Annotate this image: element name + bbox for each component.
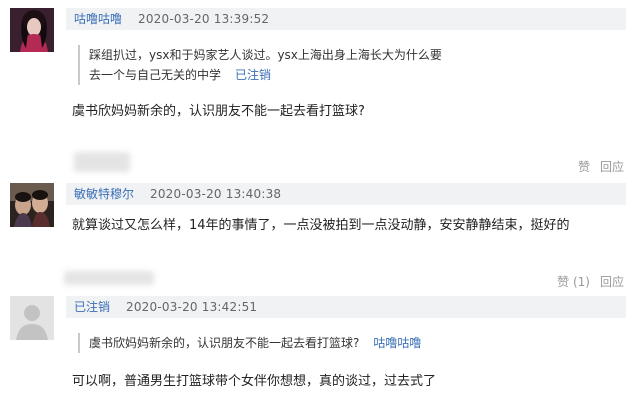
comment-item: 敏敏特穆尔 2020-03-20 13:40:38 就算谈过又怎么样，14年的事… [0,175,640,289]
reply-button[interactable]: 回应 [600,275,624,289]
comment-header: 已注销 2020-03-20 13:42:51 [66,296,626,318]
username-link[interactable]: 咕噜咕噜 [74,8,122,30]
comment-item: 已注销 2020-03-20 13:42:51 虞书欣妈妈新余的，认识朋友不能一… [0,288,640,407]
avatar-image [10,8,54,52]
avatar[interactable] [10,183,54,227]
avatar[interactable] [10,8,54,52]
comment-timestamp: 2020-03-20 13:39:52 [138,12,270,26]
reply-button[interactable]: 回应 [600,160,624,174]
quote-text-line-1: 踩组扒过，ysx和于妈家艺人谈过。ysx上海出身上海长大为什么要 [89,48,442,62]
comment-header: 咕噜咕噜 2020-03-20 13:39:52 [66,8,626,30]
avatar[interactable] [10,296,54,340]
username-deleted: 已注销 [74,300,111,314]
like-button[interactable]: 赞 (1) [557,275,590,289]
quote-text-line-2-text: 去一个与自己无关的中学 [89,68,222,82]
avatar-image [10,183,54,227]
quoted-reply: 踩组扒过，ysx和于妈家艺人谈过。ysx上海出身上海长大为什么要 去一个与自己无… [78,45,442,85]
blurred-region [74,152,130,172]
comment-timestamp: 2020-03-20 13:42:51 [126,300,258,314]
comment-timestamp: 2020-03-20 13:40:38 [150,187,282,201]
comment-body: 就算谈过又怎么样，14年的事情了，一点没被拍到一点没动静，安安静静结束，挺好的 [72,218,570,233]
default-avatar-image [10,296,54,340]
quoted-reply: 虞书欣妈妈新余的，认识朋友不能一起去看打篮球? 咕噜咕噜 [78,333,421,353]
quote-text-line-2: 去一个与自己无关的中学 已注销 [89,65,442,85]
comment-body: 虞书欣妈妈新余的，认识朋友不能一起去看打篮球? [72,104,365,119]
quote-text: 虞书欣妈妈新余的，认识朋友不能一起去看打篮球? [89,336,360,350]
blurred-region [64,271,154,285]
deleted-user-label: 已注销 [235,68,272,82]
comment-item: 咕噜咕噜 2020-03-20 13:39:52 踩组扒过，ysx和于妈家艺人谈… [0,0,640,175]
username-link[interactable]: 敏敏特穆尔 [74,183,134,205]
quote-text-line: 虞书欣妈妈新余的，认识朋友不能一起去看打篮球? 咕噜咕噜 [89,333,421,353]
comment-actions: 赞回应 [578,158,624,175]
quote-author-link[interactable]: 咕噜咕噜 [373,336,421,350]
comment-header: 敏敏特穆尔 2020-03-20 13:40:38 [66,183,626,205]
comment-body: 可以啊，普通男生打篮球带个女伴你想想，真的谈过，过去式了 [72,374,437,389]
like-button[interactable]: 赞 [578,160,590,174]
